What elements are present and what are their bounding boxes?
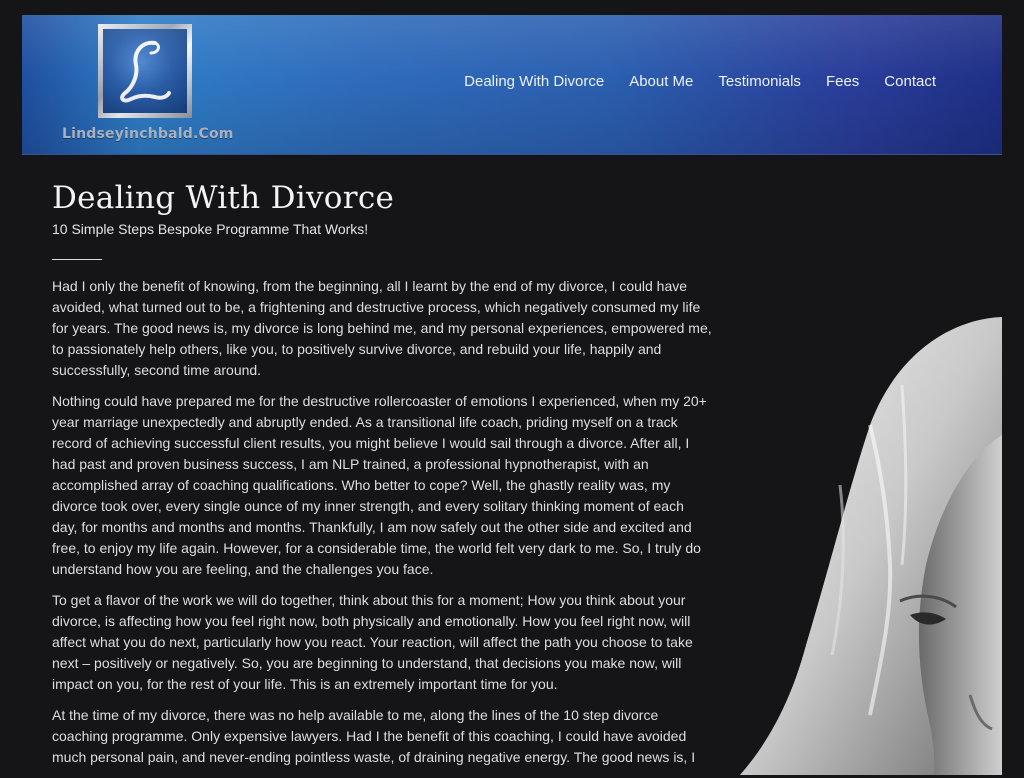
title-divider (52, 259, 102, 260)
page-title: Dealing With Divorce (52, 180, 395, 216)
logo-emblem (103, 29, 187, 113)
nav-about-me[interactable]: About Me (629, 73, 693, 91)
page-wrapper: Lindseyinchbald.Com Dealing With Divorce… (22, 15, 1002, 775)
nav-dealing-with-divorce[interactable]: Dealing With Divorce (464, 73, 604, 91)
story-paragraph: Nothing could have prepared me for the d… (52, 393, 707, 577)
logo-wordmark: Lindseyinchbald.Com (62, 126, 234, 142)
portrait-photo (740, 317, 1002, 775)
page-subtitle: 10 Simple Steps Bespoke Programme That W… (52, 221, 369, 237)
logo-frame (98, 24, 192, 118)
main-content: Dealing With Divorce 10 Simple Steps Bes… (52, 180, 712, 778)
intro-paragraph: Had I only the benefit of knowing, from … (52, 278, 712, 378)
nav-contact[interactable]: Contact (884, 73, 936, 91)
flavor-paragraph: To get a flavor of the work we will do t… (52, 592, 693, 692)
site-logo[interactable]: Lindseyinchbald.Com (62, 23, 234, 149)
site-header: Lindseyinchbald.Com Dealing With Divorce… (22, 15, 1002, 155)
script-l-icon (120, 40, 171, 103)
main-navigation: Dealing With Divorce About Me Testimonia… (439, 73, 936, 91)
nav-fees[interactable]: Fees (826, 73, 859, 91)
coaching-paragraph: At the time of my divorce, there was no … (52, 707, 696, 765)
nav-testimonials[interactable]: Testimonials (718, 73, 801, 91)
